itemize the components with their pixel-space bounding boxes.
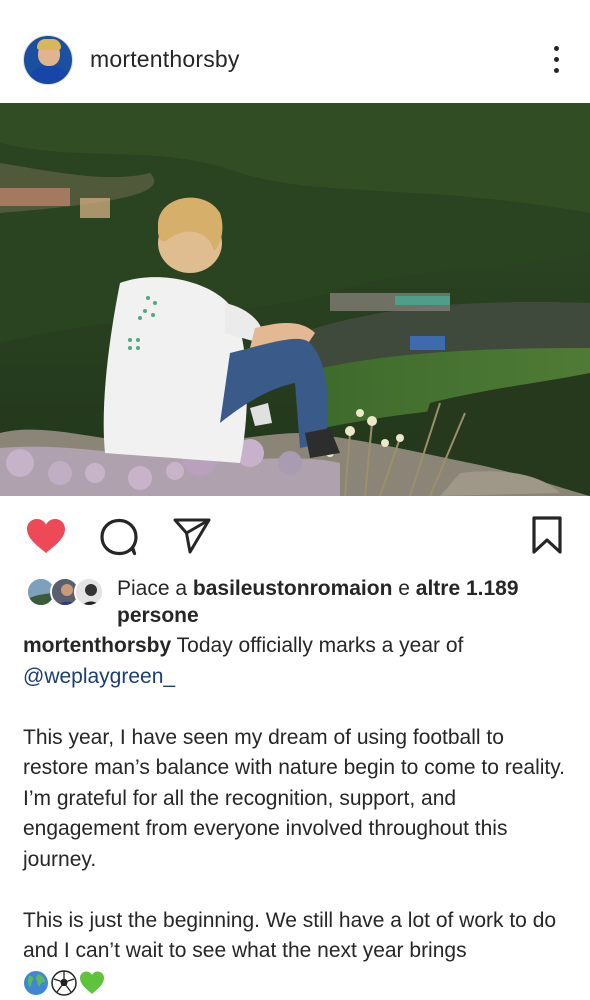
caption-emojis [23,970,105,996]
liker-avatar-image [76,579,102,605]
action-bar [0,496,590,574]
likes-count-link[interactable]: altre 1.189 [416,577,519,600]
post-photo[interactable] [0,103,590,496]
profile-avatar[interactable] [23,35,73,85]
post-header: mortenthorsby [0,0,590,103]
likes-conjunction: e [398,577,410,600]
photo-illustration [0,103,590,496]
first-liker-link[interactable]: basileustonromaion [193,577,393,600]
globe-icon [24,970,48,995]
likes-row: Piace a basileustonromaion e altre 1.189… [0,573,590,633]
likes-suffix[interactable]: persone [117,604,199,627]
comment-icon[interactable] [99,518,139,556]
soccer-ball-icon [51,970,77,996]
liker-avatars[interactable] [26,577,106,607]
likes-summary[interactable]: Piace a basileustonromaion e altre 1.189… [117,575,577,629]
green-heart-icon [80,971,104,994]
liker-avatar[interactable] [74,577,104,607]
post-caption: mortenthorsby Today officially marks a y… [23,631,575,997]
caption-paragraph-2: This year, I have seen my dream of using… [23,725,566,871]
caption-paragraph-3: This is just the beginning. We still hav… [23,908,557,963]
likes-prefix: Piace a [117,577,188,600]
caption-author-link[interactable]: mortenthorsby [23,634,171,657]
caption-intro: mortenthorsby Today officially marks a y… [23,631,575,692]
like-heart-icon[interactable] [25,517,67,555]
mention-link[interactable]: @weplaygreen_ [23,665,175,688]
caption-line1: Today officially marks a year of [176,634,464,657]
more-options-icon[interactable] [545,44,567,76]
caption-paragraph-3-wrap: This is just the beginning. We still hav… [23,906,575,998]
share-send-icon[interactable] [172,517,212,555]
username-link[interactable]: mortenthorsby [90,46,240,73]
save-bookmark-icon[interactable] [530,516,564,554]
